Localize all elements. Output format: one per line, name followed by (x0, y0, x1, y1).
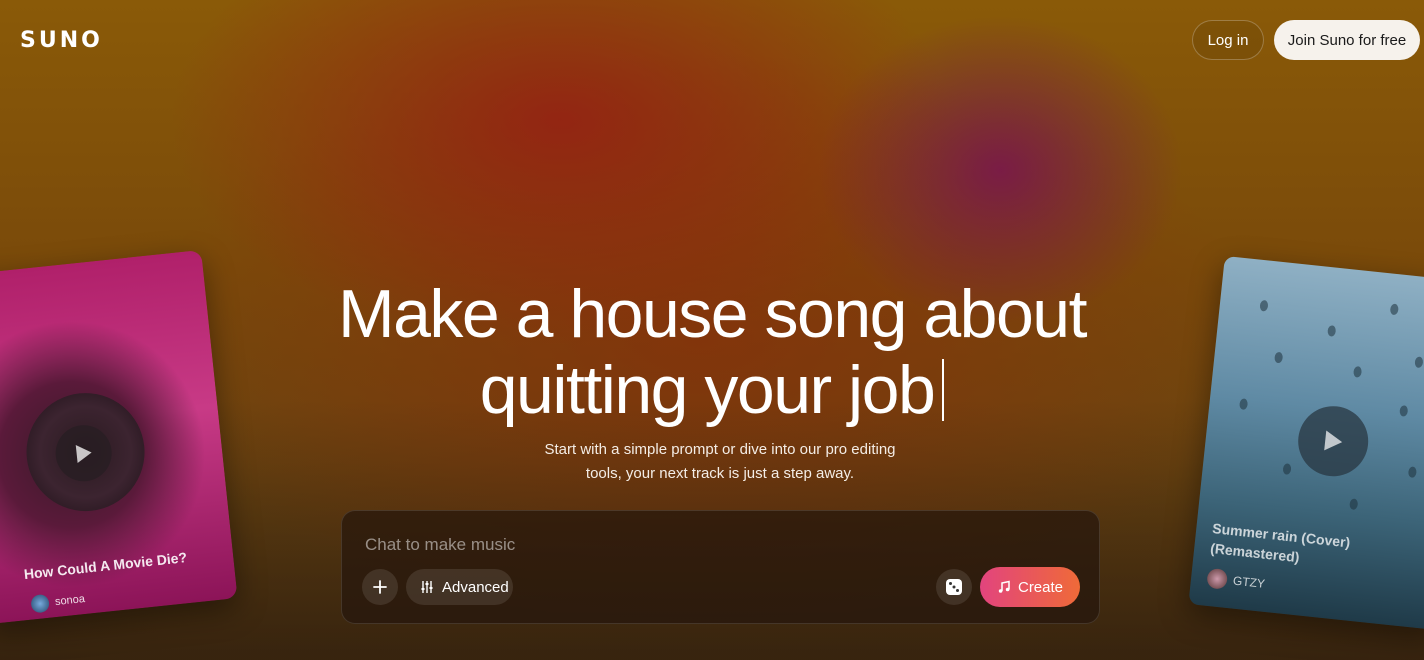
text-cursor (942, 359, 945, 421)
play-icon (75, 445, 92, 463)
hero-line-1: Make a house song about (337, 276, 1088, 352)
artist-name: GTZY (1232, 573, 1266, 591)
chat-input[interactable] (365, 533, 925, 557)
subtitle-line-1: Start with a simple prompt or dive into … (544, 441, 896, 458)
hero-line-2: quitting your job (479, 352, 936, 428)
song-artist[interactable]: sonoa (30, 590, 86, 614)
hero-headline: Make a house song about quitting your jo… (0, 276, 1424, 428)
subtitle-line-2: tools, your next track is just a step aw… (585, 465, 855, 482)
song-title[interactable]: How Could A Movie Die? (23, 549, 188, 582)
avatar (1206, 567, 1229, 590)
hero-subtitle: Start with a simple prompt or dive into … (520, 438, 920, 486)
advanced-label: Advanced (442, 578, 509, 596)
song-artist[interactable]: GTZY (1206, 567, 1266, 594)
music-note-icon (998, 580, 1010, 593)
join-free-button[interactable]: Join Suno for free (1274, 20, 1420, 60)
add-button[interactable] (362, 569, 398, 605)
play-icon (1324, 430, 1343, 451)
random-prompt-button[interactable] (936, 569, 972, 605)
chat-box: Advanced Create (341, 510, 1100, 624)
artist-name: sonoa (54, 592, 86, 609)
suno-logo[interactable]: SUNO (20, 28, 103, 53)
plus-icon (373, 580, 387, 594)
song-title[interactable]: Summer rain (Cover) (Remastered) (1209, 518, 1412, 579)
dice-icon (946, 579, 962, 595)
login-button[interactable]: Log in (1192, 20, 1264, 60)
advanced-button[interactable]: Advanced (406, 569, 513, 605)
sliders-icon (421, 581, 433, 593)
create-label: Create (1017, 578, 1064, 596)
create-button[interactable]: Create (980, 567, 1080, 607)
avatar (30, 593, 51, 614)
